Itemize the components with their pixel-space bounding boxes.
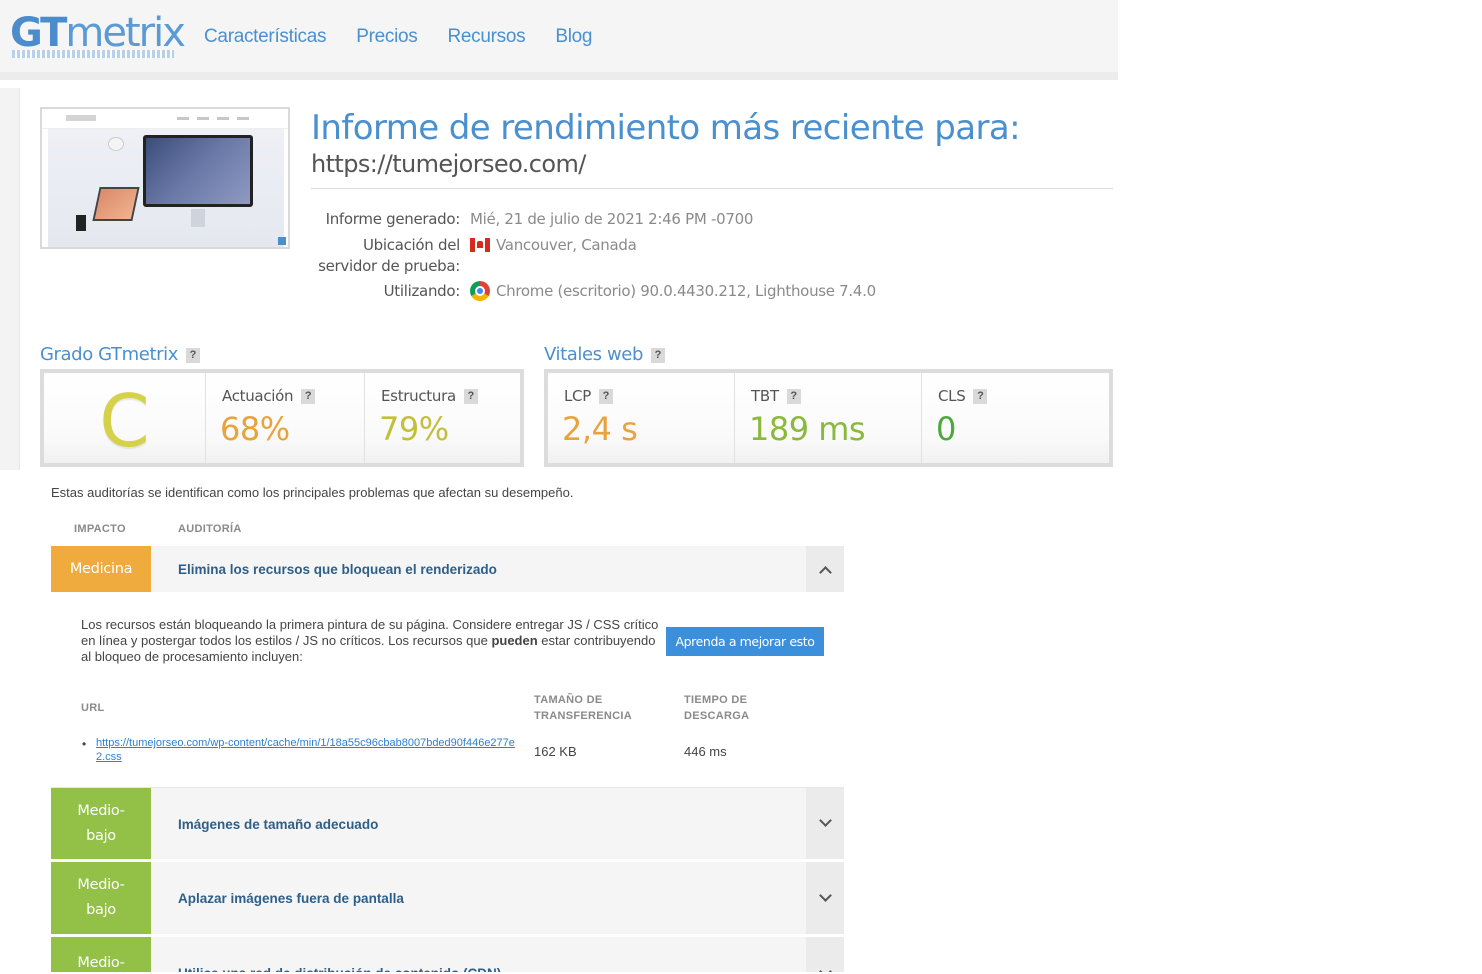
impact-badge: Medio-bajo	[51, 788, 151, 859]
structure-help-icon[interactable]: ?	[463, 389, 478, 404]
expand-icon	[278, 237, 286, 245]
grade-help-icon[interactable]: ?	[185, 348, 200, 363]
column-audit: AUDITORÍA	[178, 523, 242, 535]
structure-cell: Estructura? 79%	[365, 373, 520, 463]
top-header: GTmetrix Características Precios Recurso…	[0, 0, 1118, 80]
audit-row-properly-size-images[interactable]: Medio-bajo Imágenes de tamaño adecuado	[51, 787, 844, 861]
thumbnail-site-header	[42, 109, 288, 129]
performance-help-icon[interactable]: ?	[301, 389, 316, 404]
nav-caracteristicas[interactable]: Características	[204, 26, 327, 48]
title-divider	[311, 188, 1113, 189]
structure-value: 79%	[379, 410, 449, 448]
performance-label: Actuación?	[222, 387, 316, 405]
learn-to-improve-button[interactable]: Aprenda a mejorar esto	[666, 627, 824, 656]
audit-row-offscreen-images[interactable]: Medio-bajo Aplazar imágenes fuera de pan…	[51, 862, 844, 936]
report-url: https://tumejorseo.com/	[311, 150, 586, 178]
expand-toggle[interactable]	[806, 862, 844, 934]
chevron-down-icon	[818, 814, 832, 827]
tbt-label: TBT?	[751, 387, 801, 405]
generated-label: Informe generado:	[325, 210, 461, 228]
impact-badge: Medio-bajo	[51, 862, 151, 934]
chevron-down-icon	[818, 964, 832, 972]
location-label-line2: servidor de prueba:	[318, 257, 460, 275]
page-screenshot-thumbnail[interactable]	[40, 107, 290, 249]
grade-section-title: Grado GTmetrix?	[40, 343, 200, 367]
audit-detail-text: Los recursos están bloqueando la primera…	[81, 617, 659, 664]
audit-title: Utilice una red de distribución de conte…	[178, 966, 502, 974]
resource-size: 162 KB	[534, 744, 577, 759]
cls-help-icon[interactable]: ?	[973, 389, 988, 404]
tbt-cell: TBT? 189 ms	[735, 373, 922, 463]
canada-flag-icon	[470, 238, 490, 252]
left-strip	[0, 88, 20, 470]
cls-value: 0	[936, 410, 956, 448]
audits-intro: Estas auditorías se identifican como los…	[51, 485, 574, 500]
resource-url-link[interactable]: https://tumejorseo.com/wp-content/cache/…	[96, 736, 516, 764]
resource-time: 446 ms	[684, 744, 727, 759]
lcp-value: 2,4 s	[562, 410, 638, 448]
audit-title: Elimina los recursos que bloquean el ren…	[178, 562, 497, 577]
vitals-section-title: Vitales web?	[544, 343, 666, 367]
location-value: Vancouver, Canada	[470, 235, 637, 256]
using-value: Chrome (escritorio) 90.0.4430.212, Light…	[470, 281, 876, 302]
tbt-value: 189 ms	[749, 410, 866, 448]
lcp-help-icon[interactable]: ?	[598, 389, 613, 404]
th-download-time: TIEMPO DE DESCARGA	[684, 694, 750, 722]
using-label: Utilizando:	[383, 282, 461, 300]
column-impact: IMPACTO	[74, 523, 126, 535]
impact-badge: Medicina	[51, 546, 151, 592]
list-bullet: •	[82, 737, 87, 751]
report-title: Informe de rendimiento más reciente para…	[311, 108, 1021, 148]
chevron-down-icon	[818, 888, 832, 902]
tbt-help-icon[interactable]: ?	[786, 389, 801, 404]
collapse-toggle[interactable]	[806, 546, 844, 592]
lcp-cell: LCP? 2,4 s	[548, 373, 735, 463]
performance-value: 68%	[220, 410, 290, 448]
th-transfer-size: TAMAÑO DE TRANSFERENCIA	[534, 694, 633, 722]
structure-label: Estructura?	[381, 387, 478, 405]
location-label-line1: Ubicación del	[363, 236, 460, 254]
lcp-label: LCP?	[564, 387, 613, 405]
audit-row-cdn[interactable]: Medio- Utilice una red de distribución d…	[51, 937, 844, 974]
vitals-panel: LCP? 2,4 s TBT? 189 ms CLS? 0	[544, 369, 1113, 467]
impact-badge: Medio-	[51, 937, 151, 972]
chevron-up-icon	[818, 565, 832, 579]
grade-panel: C Actuación? 68% Estructura? 79%	[40, 369, 524, 467]
logo-underline	[12, 50, 174, 58]
nav-recursos[interactable]: Recursos	[447, 26, 525, 48]
th-url: URL	[81, 702, 105, 714]
audit-title: Aplazar imágenes fuera de pantalla	[178, 891, 404, 906]
audit-title: Imágenes de tamaño adecuado	[178, 817, 379, 832]
cls-cell: CLS? 0	[922, 373, 1109, 463]
nav-blog[interactable]: Blog	[555, 26, 592, 48]
expand-toggle[interactable]	[806, 788, 844, 859]
vitals-help-icon[interactable]: ?	[651, 348, 666, 363]
thumbnail-hero-image	[48, 129, 284, 247]
grade-letter: C	[99, 379, 150, 463]
audit-row-render-blocking[interactable]: Medicina Elimina los recursos que bloque…	[51, 546, 844, 594]
expand-toggle[interactable]	[806, 937, 844, 972]
performance-cell: Actuación? 68%	[206, 373, 365, 463]
cls-label: CLS?	[938, 387, 988, 405]
grade-letter-cell: C	[44, 373, 206, 463]
main-nav: Características Precios Recursos Blog	[204, 26, 592, 48]
nav-precios[interactable]: Precios	[356, 26, 418, 48]
generated-value: Mié, 21 de julio de 2021 2:46 PM -0700	[470, 210, 754, 228]
chrome-icon	[470, 281, 490, 301]
